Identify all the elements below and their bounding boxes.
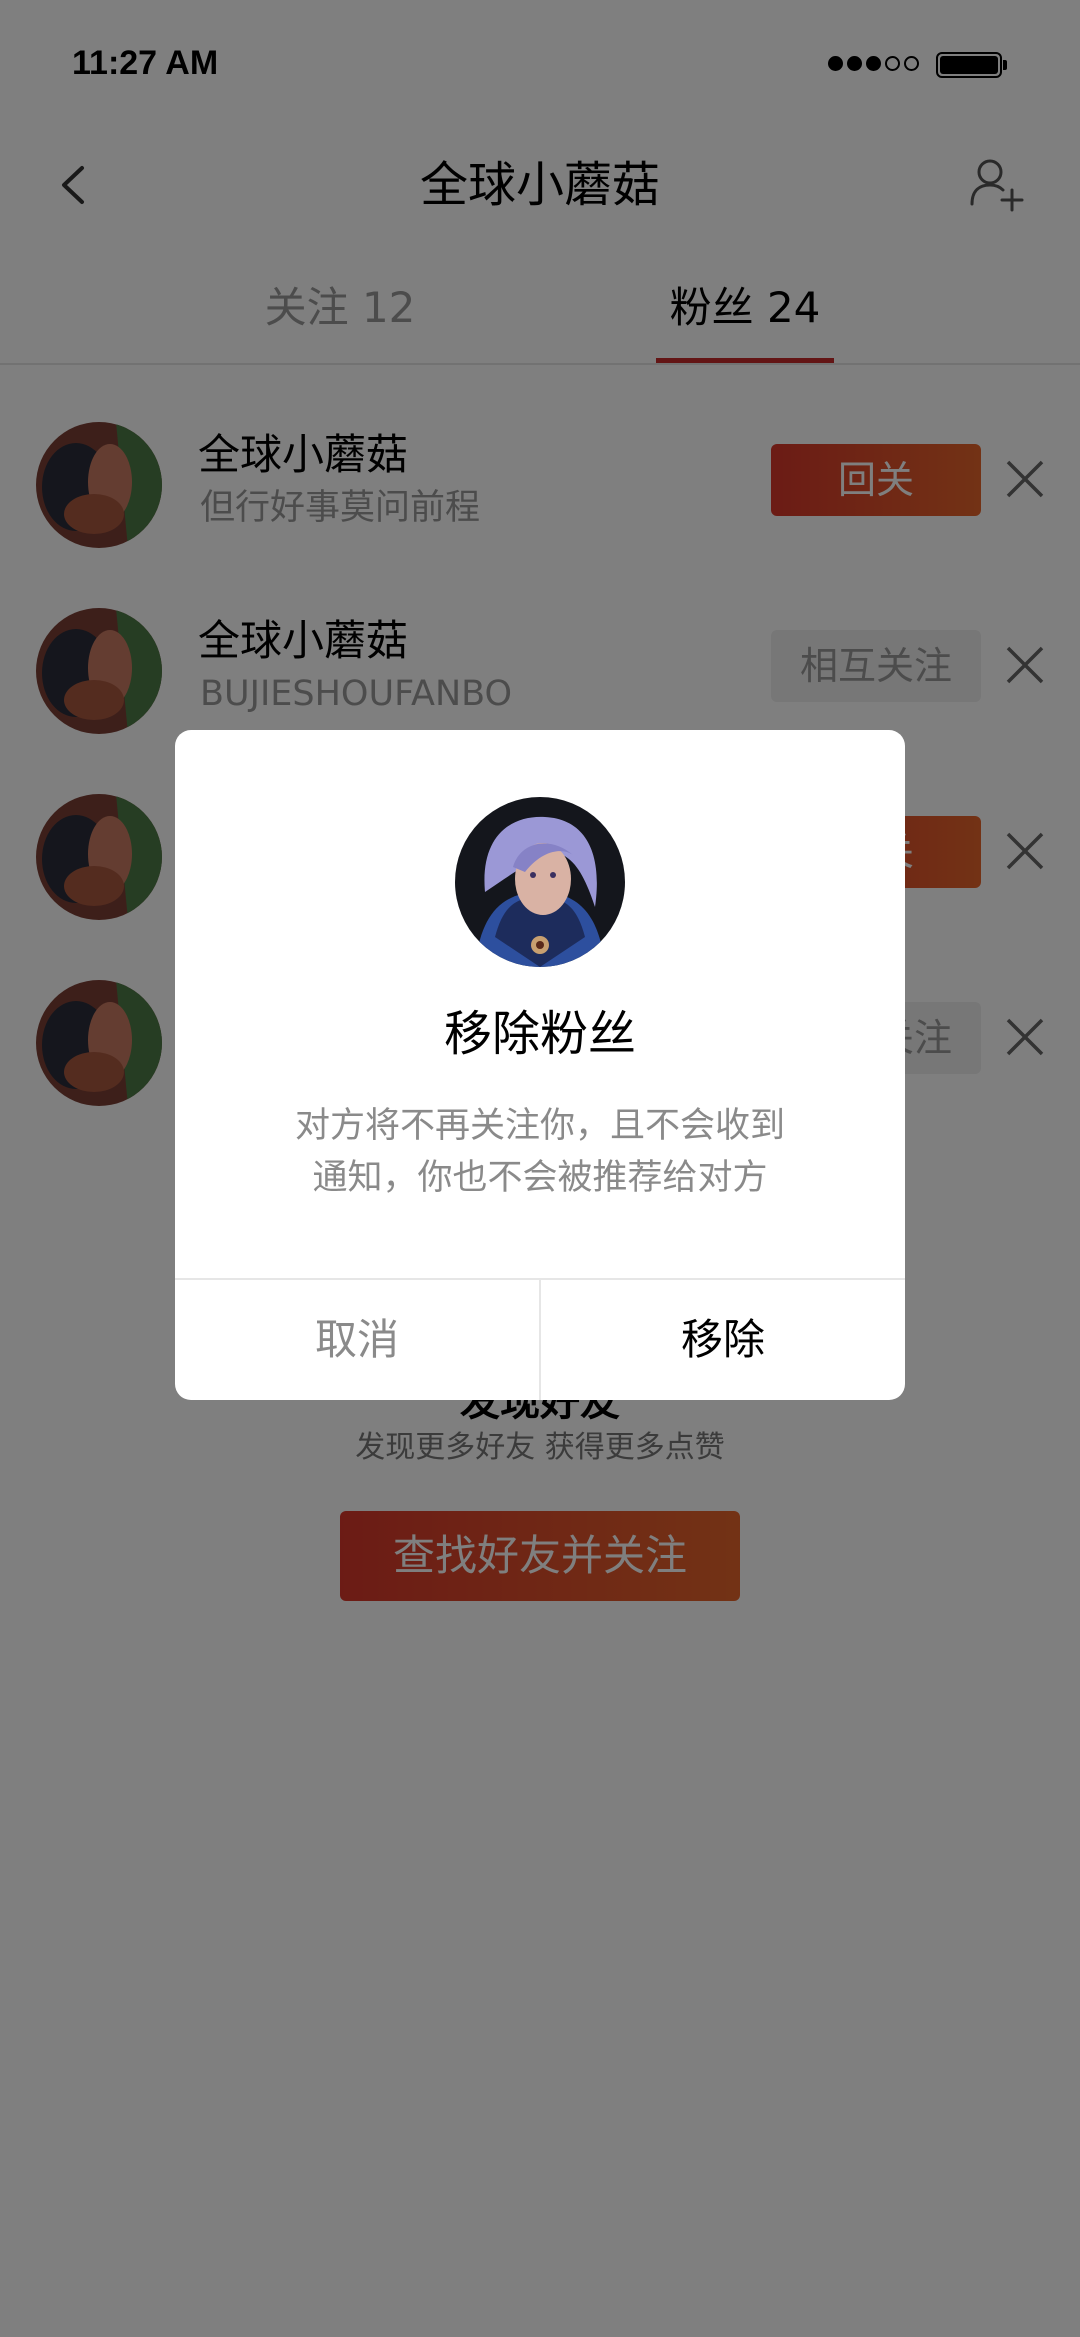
remove-fan-dialog: 移除粉丝 对方将不再关注你，且不会收到 通知，你也不会被推荐给对方 取消 移除: [175, 730, 905, 1400]
dialog-message: 对方将不再关注你，且不会收到 通知，你也不会被推荐给对方: [294, 1106, 785, 1198]
cancel-button[interactable]: 取消: [175, 1280, 539, 1400]
remove-button[interactable]: 移除: [541, 1280, 905, 1400]
dialog-title: 移除粉丝: [443, 1006, 636, 1062]
avatar: [455, 797, 625, 967]
